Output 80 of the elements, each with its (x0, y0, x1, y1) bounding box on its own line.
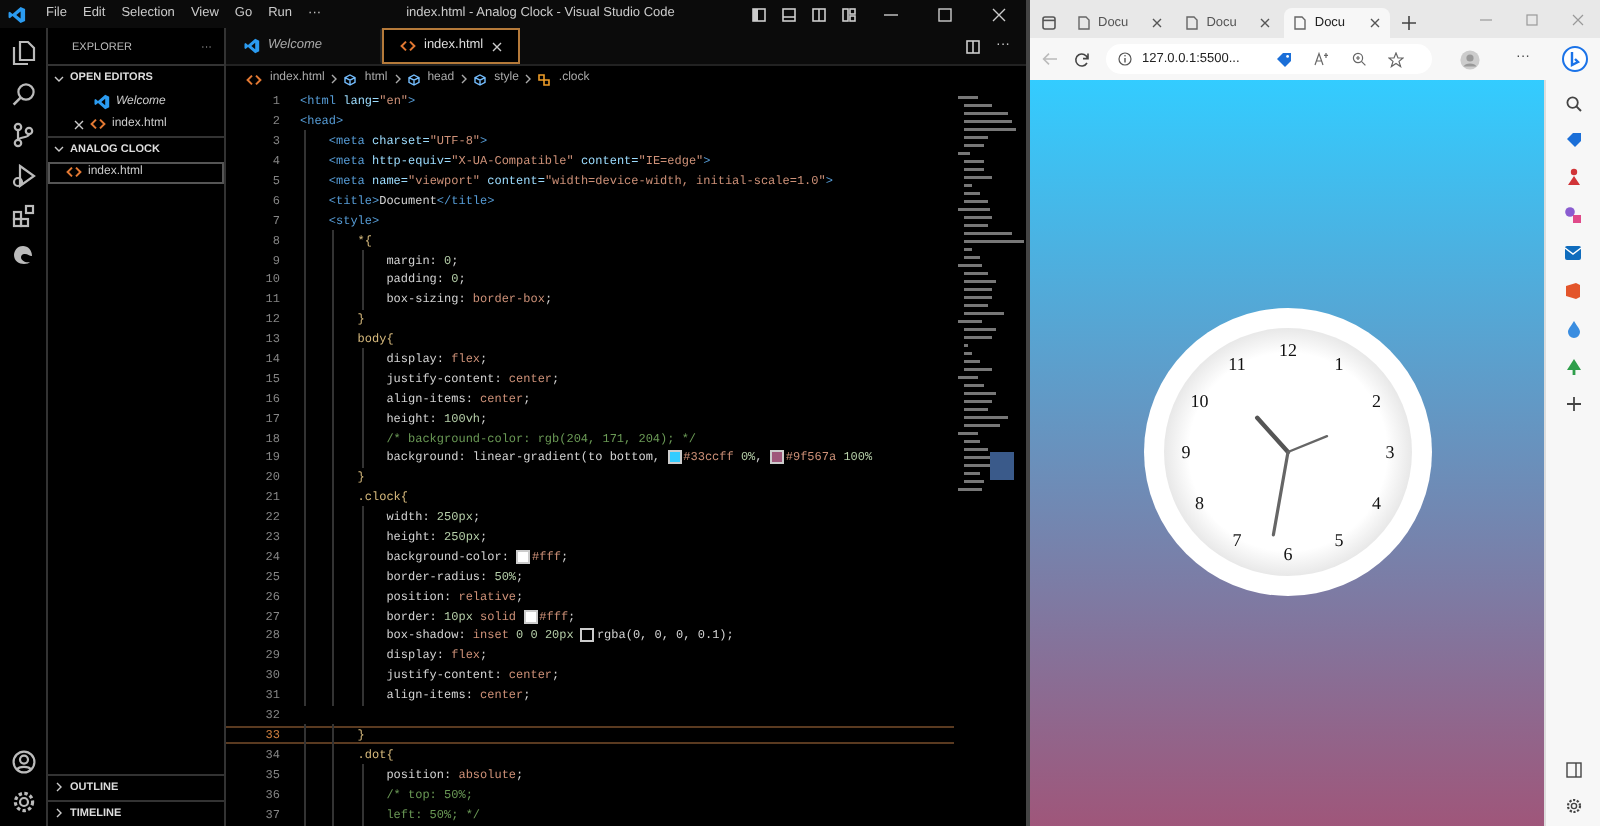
close-icon[interactable] (1260, 18, 1271, 28)
clock-number: 1 (1333, 352, 1343, 373)
files-icon[interactable] (11, 40, 35, 66)
clock-number: 9 (1180, 441, 1190, 461)
color-swatch[interactable] (582, 630, 593, 641)
code-brackets-icon (400, 40, 416, 52)
search-icon[interactable] (11, 82, 35, 106)
chevron-right-icon (54, 808, 64, 819)
vscode-logo-icon (244, 38, 260, 54)
clock-number: 2 (1370, 390, 1380, 410)
code-brackets-icon (66, 166, 82, 179)
clock-number: 8 (1194, 492, 1204, 512)
run-debug-icon[interactable] (11, 164, 35, 188)
info-icon (1118, 52, 1132, 66)
profile-icon[interactable] (1460, 49, 1480, 69)
tree-icon[interactable] (1565, 358, 1581, 376)
add-icon[interactable] (1565, 396, 1581, 412)
tab-actions-icon[interactable] (1042, 16, 1056, 30)
cube-icon (407, 73, 420, 85)
extensions-icon[interactable] (11, 204, 35, 228)
split-editor-icon[interactable] (966, 39, 980, 53)
clock-number: 6 (1282, 543, 1292, 563)
close-icon[interactable] (1369, 18, 1380, 28)
page-icon (1078, 16, 1090, 30)
second-hand (1285, 434, 1328, 453)
color-swatch[interactable] (771, 452, 782, 463)
code-brackets-icon (246, 73, 262, 85)
figure-icon[interactable] (1565, 168, 1581, 186)
clock-number: 12 (1278, 339, 1296, 359)
minute-hand (1270, 449, 1289, 536)
edge-icon[interactable] (12, 244, 34, 266)
settings-icon[interactable] (11, 790, 35, 814)
search-icon[interactable] (1565, 96, 1581, 112)
split-layout-icon[interactable] (812, 7, 826, 21)
drop-icon[interactable] (1565, 320, 1581, 338)
clock-number: 3 (1384, 441, 1394, 461)
chevron-right-icon (330, 74, 339, 84)
panel-layout-icon[interactable] (782, 7, 796, 21)
zoom-icon[interactable] (1352, 52, 1366, 66)
clock-number: 4 (1370, 492, 1380, 512)
refresh-icon[interactable] (1074, 51, 1090, 67)
clock-number: 5 (1333, 529, 1343, 550)
office-icon[interactable] (1564, 282, 1582, 300)
symbol-icon (538, 73, 551, 85)
chevron-right-icon (524, 74, 533, 84)
chevron-right-icon (460, 74, 469, 84)
cube-icon (474, 73, 487, 85)
account-icon[interactable] (11, 750, 35, 774)
maximize-icon[interactable] (938, 7, 952, 21)
favorite-star-icon[interactable] (1388, 51, 1404, 67)
chevron-down-icon (54, 144, 64, 155)
tag-icon[interactable] (1276, 51, 1292, 67)
cube-icon (344, 73, 357, 85)
code-brackets-icon (90, 118, 106, 130)
vscode-logo-icon (94, 94, 110, 110)
chevron-right-icon (54, 782, 64, 793)
source-control-icon[interactable] (12, 122, 34, 148)
clock-number: 11 (1227, 352, 1245, 373)
page-icon (1294, 16, 1307, 30)
chevron-down-icon (54, 73, 64, 84)
close-icon[interactable] (1152, 18, 1163, 28)
vscode-logo-icon (8, 5, 26, 23)
settings-icon[interactable] (1565, 798, 1581, 814)
color-swatch[interactable] (525, 611, 536, 622)
bing-icon[interactable] (1562, 46, 1588, 72)
sidebar-panel-icon[interactable] (1565, 762, 1581, 778)
hour-hand (1254, 414, 1290, 454)
shapes-icon[interactable] (1564, 206, 1582, 224)
color-swatch[interactable] (518, 551, 529, 562)
mail-icon[interactable] (1564, 244, 1582, 262)
sidebar-layout-icon[interactable] (752, 7, 766, 21)
chevron-right-icon (393, 74, 402, 84)
clock-number: 7 (1231, 529, 1241, 550)
read-aloud-icon[interactable] (1314, 52, 1330, 66)
customize-layout-icon[interactable] (842, 7, 856, 21)
page-icon (1186, 16, 1199, 30)
tag-icon[interactable] (1565, 132, 1581, 148)
color-swatch[interactable] (669, 452, 680, 463)
new-tab-icon[interactable] (1401, 16, 1416, 30)
clock-number: 10 (1189, 390, 1208, 410)
